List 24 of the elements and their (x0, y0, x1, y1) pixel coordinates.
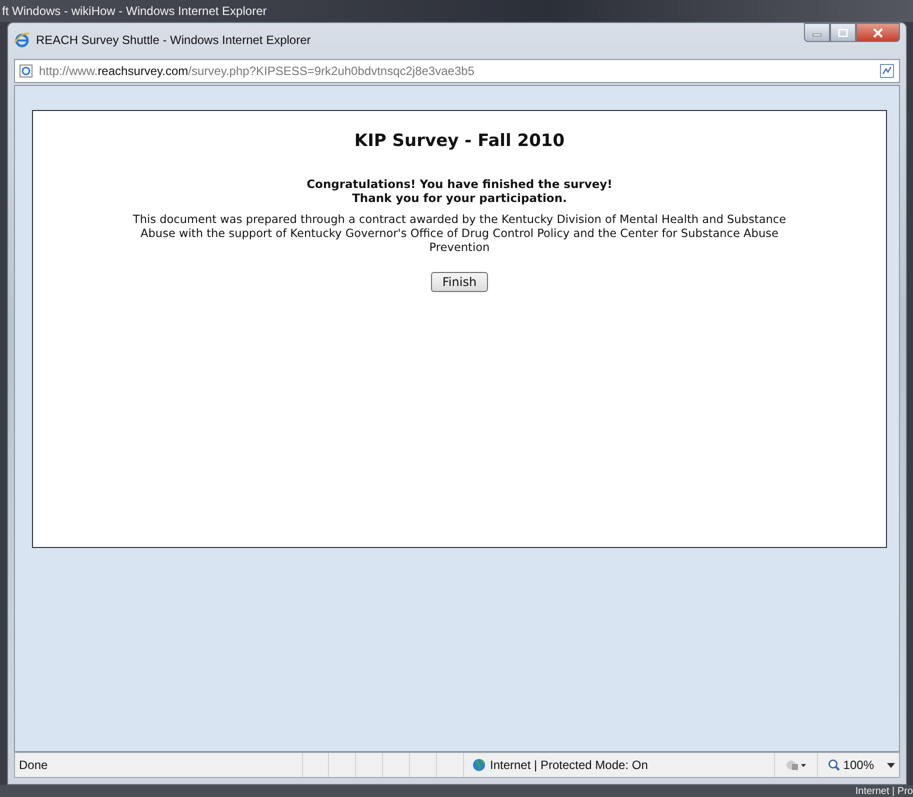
window-title: REACH Survey Shuttle - Windows Internet Explorer (36, 33, 311, 47)
window-title: ft Windows - wikiHow - Windows Internet Explorer (2, 4, 267, 18)
maximize-button[interactable] (830, 23, 856, 42)
finish-button[interactable]: Finish (431, 272, 488, 292)
funding-note: This document was prepared through a contract awarded by the Kentucky Division of Mental Health and Substance Abuse with the support of Kentucky Governor's Office of Drug Control Policy and the Center for Substance Abuse Prevention (132, 213, 788, 255)
close-button[interactable] (856, 23, 900, 42)
message-text: Thank you for your participation. (352, 191, 567, 205)
close-icon (872, 28, 884, 38)
minimize-button[interactable] (804, 23, 830, 42)
address-bar[interactable]: http://www.reachsurvey.com/survey.php?KIPSESS=9rk2uh0bdvtnsqc2j8e3vae3b5 (14, 59, 900, 83)
security-zone-text[interactable]: Internet | Protected Mode: On (490, 758, 648, 772)
message-text: Congratulations! You have finished the survey! (306, 177, 612, 191)
zoom-icon (828, 759, 840, 771)
status-text: Internet | Pro (855, 786, 913, 796)
dropdown-arrow-icon[interactable] (887, 762, 895, 768)
maximize-icon (838, 28, 848, 36)
compatibility-icon[interactable] (879, 63, 895, 79)
globe-icon (472, 758, 486, 772)
survey-heading: KIP Survey - Fall 2010 (354, 131, 565, 151)
page-icon (19, 64, 33, 78)
zoom-level[interactable]: 100% (843, 758, 874, 772)
browser-logo-icon (14, 32, 30, 48)
status-text: Done (15, 753, 303, 777)
url-text: http://www.reachsurvey.com/survey.php?KIPSESS=9rk2uh0bdvtnsqc2j8e3vae3b5 (39, 64, 474, 78)
